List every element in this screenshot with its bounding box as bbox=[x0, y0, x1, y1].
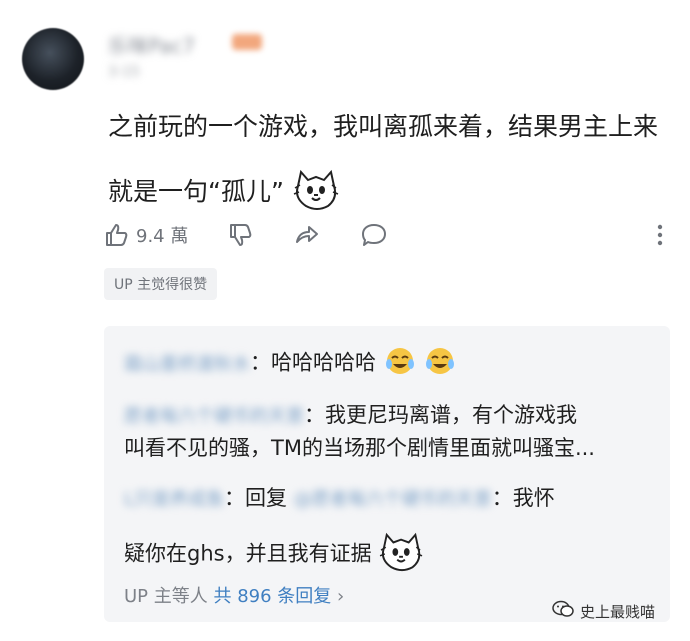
avatar[interactable] bbox=[22, 28, 84, 90]
chevron-right-icon: › bbox=[337, 586, 345, 607]
thumbs-down-icon bbox=[228, 222, 254, 248]
comment-text: 就是一句“孤儿” bbox=[108, 177, 284, 206]
reply-count-link[interactable]: 共 896 条回复 bbox=[214, 586, 332, 607]
share-icon bbox=[294, 222, 320, 248]
level-badge bbox=[232, 34, 262, 50]
laughing-cry-emoji-icon bbox=[423, 346, 457, 381]
thumbs-up-icon bbox=[104, 222, 130, 248]
more-vertical-icon[interactable] bbox=[654, 222, 666, 252]
like-count: 9.4 萬 bbox=[136, 226, 189, 247]
wechat-icon bbox=[552, 600, 574, 622]
reply-text: ：回复 bbox=[224, 486, 288, 510]
cat-face-sticker bbox=[378, 531, 426, 578]
comment-text-line-2: 就是一句“孤儿” bbox=[108, 168, 342, 218]
timestamp: 3-15 bbox=[108, 64, 140, 80]
up-liked-tag: UP 主觉得很赞 bbox=[104, 268, 218, 300]
watermark: 史上最贱喵 bbox=[552, 600, 655, 622]
comment-icon bbox=[360, 222, 388, 248]
like-button[interactable]: 9.4 萬 bbox=[104, 222, 188, 248]
reply-username[interactable]: L只是养成鱼 bbox=[124, 485, 224, 511]
reply-text: ：我怀 bbox=[491, 486, 555, 510]
reply-box[interactable]: 霜山墨桥渡秋水：哈哈哈哈哈 愿者每六个硬币的天意：我更尼玛离谱，有个游戏我 叫看… bbox=[104, 326, 670, 622]
cat-face-sticker bbox=[292, 168, 342, 218]
reply-footer-prefix: UP 主等人 bbox=[124, 586, 208, 607]
dislike-button[interactable] bbox=[228, 222, 254, 248]
reply-text-continued: 疑你在ghs，并且我有证据 bbox=[124, 531, 426, 578]
reply-text-continued: 叫看不见的骚，TM的当场那个剧情里面就叫骚宝... bbox=[124, 436, 595, 460]
username[interactable]: 乐咪Pac7 bbox=[108, 30, 195, 59]
reply-item: 霜山墨桥渡秋水：哈哈哈哈哈 bbox=[124, 346, 457, 381]
comment-button[interactable] bbox=[360, 222, 388, 248]
reply-text: ：哈哈哈哈哈 bbox=[250, 350, 376, 375]
reply-item: L只是养成鱼：回复 @愿者每六个硬币的天意：我怀 bbox=[124, 482, 555, 512]
watermark-text: 史上最贱喵 bbox=[580, 602, 656, 621]
comment-text-line-1: 之前玩的一个游戏，我叫离孤来着，结果男主上来 bbox=[108, 112, 659, 141]
reply-mention[interactable]: @愿者每六个硬币的天意 bbox=[294, 485, 492, 511]
reply-text: 疑你在ghs，并且我有证据 bbox=[124, 541, 372, 566]
reply-username[interactable]: 愿者每六个硬币的天意 bbox=[124, 402, 304, 428]
share-button[interactable] bbox=[294, 222, 320, 248]
comment-actions: 9.4 萬 bbox=[104, 219, 428, 251]
reply-footer[interactable]: UP 主等人 共 896 条回复 › bbox=[124, 582, 344, 608]
reply-text: ：我更尼玛离谱，有个游戏我 bbox=[304, 403, 577, 427]
reply-item: 愿者每六个硬币的天意：我更尼玛离谱，有个游戏我 bbox=[124, 399, 577, 429]
laughing-cry-emoji-icon bbox=[383, 346, 417, 381]
reply-username[interactable]: 霜山墨桥渡秋水 bbox=[124, 350, 250, 376]
